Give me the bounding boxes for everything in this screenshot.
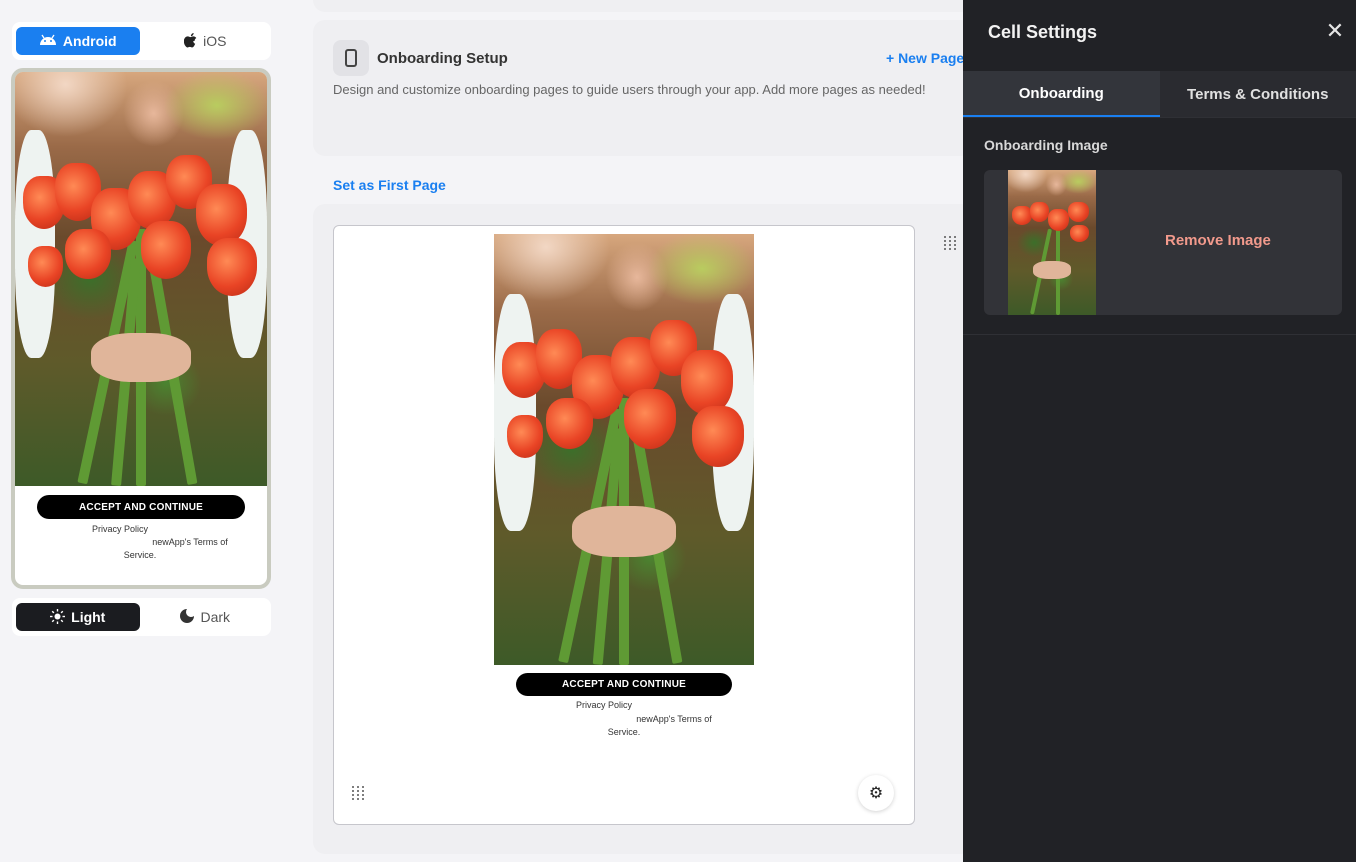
ios-tab-label: iOS bbox=[203, 33, 227, 49]
section-divider bbox=[963, 334, 1356, 335]
ios-tab[interactable]: iOS bbox=[144, 27, 268, 55]
android-icon bbox=[39, 34, 57, 48]
previous-card-edge bbox=[313, 0, 973, 12]
onboarding-photo bbox=[15, 72, 267, 486]
drag-handle-icon[interactable] bbox=[944, 236, 956, 250]
android-tab-label: Android bbox=[62, 33, 117, 49]
cell-settings-button[interactable]: ⚙ bbox=[858, 775, 894, 811]
cell-settings-panel: Cell Settings ✕ Onboarding Terms & Condi… bbox=[963, 0, 1356, 862]
android-tab[interactable]: Android bbox=[16, 27, 140, 55]
onboarding-image-label: Onboarding Image bbox=[984, 137, 1108, 153]
apple-icon bbox=[183, 32, 197, 50]
settings-tabs: Onboarding Terms & Conditions bbox=[963, 71, 1356, 118]
light-theme-label: Light bbox=[71, 609, 106, 625]
accept-continue-button[interactable]: ACCEPT AND CONTINUE bbox=[37, 495, 245, 519]
cell-terms-line[interactable]: newApp's Terms of bbox=[619, 713, 729, 726]
set-first-page-link[interactable]: Set as First Page bbox=[333, 177, 446, 193]
cell-onboarding-photo bbox=[494, 234, 754, 665]
phone-preview: ACCEPT AND CONTINUE Privacy Policy newAp… bbox=[11, 68, 271, 589]
new-page-button[interactable]: + New Page bbox=[886, 50, 964, 66]
settings-title: Cell Settings bbox=[988, 22, 1098, 42]
gear-icon: ⚙ bbox=[868, 785, 884, 802]
terms-line[interactable]: newApp's Terms of bbox=[135, 536, 245, 549]
theme-toggle: Light Dark bbox=[12, 598, 271, 636]
moon-icon bbox=[180, 609, 195, 625]
cell-accept-continue-button[interactable]: ACCEPT AND CONTINUE bbox=[516, 673, 732, 696]
dark-theme-label: Dark bbox=[200, 609, 231, 625]
dark-theme-tab[interactable]: Dark bbox=[144, 603, 268, 631]
setup-description: Design and customize onboarding pages to… bbox=[333, 82, 926, 97]
sun-icon bbox=[50, 608, 66, 626]
tab-onboarding[interactable]: Onboarding bbox=[963, 71, 1160, 117]
mobile-icon bbox=[333, 40, 369, 76]
onboarding-image-row: Remove Image bbox=[984, 170, 1342, 315]
privacy-policy-link[interactable]: Privacy Policy bbox=[85, 523, 155, 536]
cell-preview: ACCEPT AND CONTINUE Privacy Policy newAp… bbox=[494, 234, 754, 767]
remove-image-button[interactable]: Remove Image bbox=[1165, 232, 1271, 249]
onboarding-cell[interactable]: ACCEPT AND CONTINUE Privacy Policy newAp… bbox=[333, 225, 915, 825]
close-icon[interactable]: ✕ bbox=[1325, 18, 1345, 43]
cell-drag-handle-icon[interactable] bbox=[352, 786, 364, 800]
onboarding-image-thumbnail bbox=[1008, 170, 1096, 315]
onboarding-setup-card: Onboarding Setup + New Page Design and c… bbox=[313, 20, 973, 156]
light-theme-tab[interactable]: Light bbox=[16, 603, 140, 631]
tab-terms-conditions[interactable]: Terms & Conditions bbox=[1159, 71, 1356, 117]
cell-privacy-policy-link[interactable]: Privacy Policy bbox=[569, 699, 639, 712]
terms-line-end: Service. bbox=[123, 550, 157, 560]
platform-toggle: Android iOS bbox=[12, 22, 271, 60]
setup-title: Onboarding Setup bbox=[377, 50, 508, 67]
cell-terms-line-end: Service. bbox=[607, 727, 641, 737]
